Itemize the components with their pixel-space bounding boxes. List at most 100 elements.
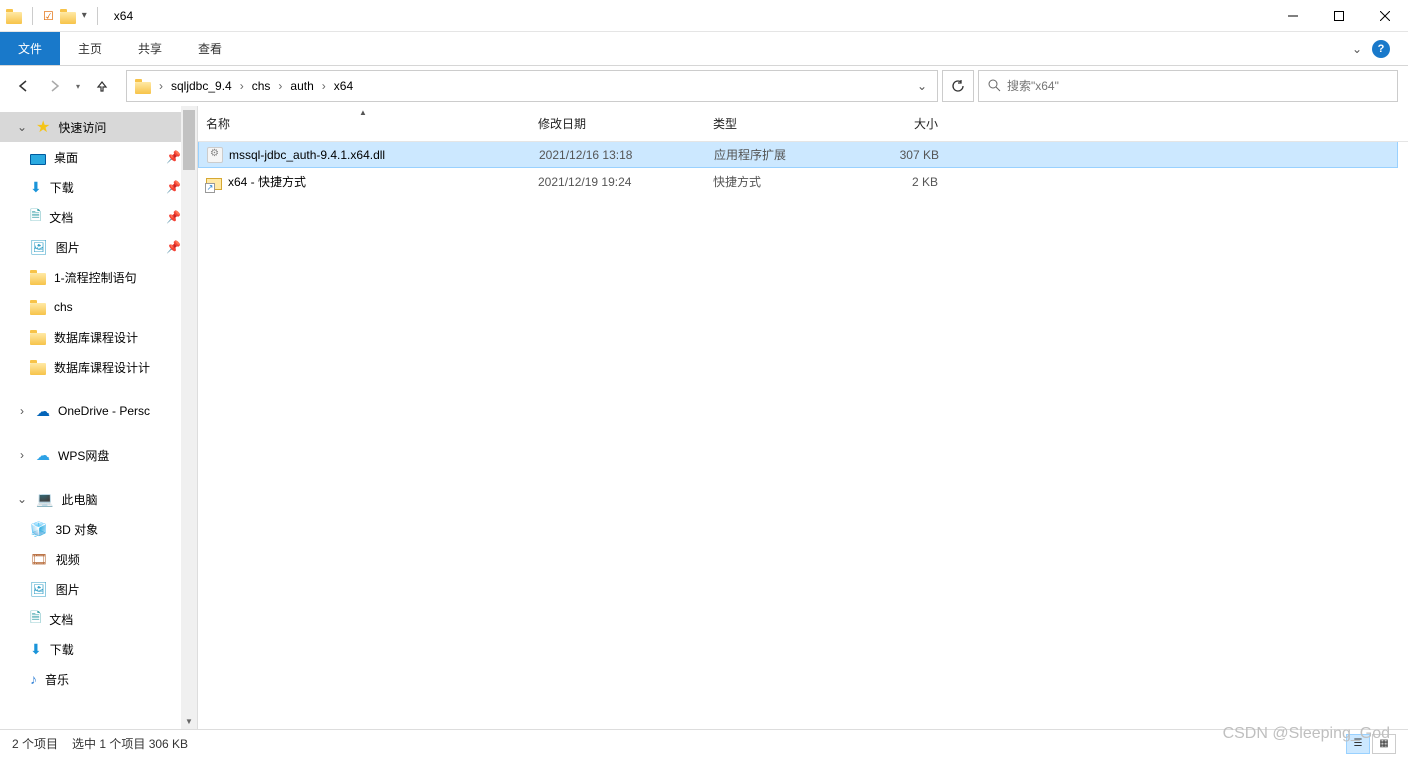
ribbon-tab-file[interactable]: 文件 (0, 32, 60, 65)
sidebar-onedrive[interactable]: ›☁OneDrive - Persc (0, 396, 197, 426)
column-header-date[interactable]: 修改日期 (528, 106, 703, 141)
help-icon[interactable]: ? (1372, 40, 1390, 58)
column-header-type[interactable]: 类型 (703, 106, 858, 141)
breadcrumb-dropdown[interactable]: ⌄ (909, 79, 935, 93)
status-selection: 选中 1 个项目 306 KB (72, 735, 188, 752)
search-box[interactable] (978, 70, 1398, 102)
quick-access-toolbar: ☑ ▾ (0, 7, 108, 25)
column-headers: ▲名称 修改日期 类型 大小 (198, 106, 1408, 142)
sidebar-item-documents[interactable]: 🗎文档📌 (0, 202, 197, 232)
file-size: 307 KB (859, 142, 949, 167)
ribbon-tab-home[interactable]: 主页 (60, 32, 120, 65)
documents-icon: 🗎 (30, 607, 41, 631)
ribbon: 文件 主页 共享 查看 ⌄ ? (0, 32, 1408, 66)
pin-icon: 📌 (166, 180, 181, 194)
chevron-right-icon[interactable]: › (16, 404, 28, 418)
sidebar-item-documents[interactable]: 🗎文档 (0, 604, 197, 634)
file-date: 2021/12/19 19:24 (528, 168, 703, 195)
file-row[interactable]: mssql-jdbc_auth-9.4.1.x64.dll 2021/12/16… (198, 142, 1398, 168)
sidebar-item-folder[interactable]: 数据库课程设计 (0, 322, 197, 352)
sidebar-item-folder[interactable]: chs (0, 292, 197, 322)
documents-icon: 🗎 (30, 205, 41, 229)
sidebar-item-folder[interactable]: 数据库课程设计计 (0, 352, 197, 382)
status-bar: 2 个项目 选中 1 个项目 306 KB ☰ ▦ (0, 729, 1408, 757)
pin-icon: 📌 (166, 240, 181, 254)
sidebar-item-label: 快速访问 (58, 119, 106, 136)
sidebar-item-videos[interactable]: 🎞视频 (0, 544, 197, 574)
sidebar-item-music[interactable]: ♪音乐 (0, 664, 197, 694)
music-icon: ♪ (30, 671, 37, 687)
file-type: 快捷方式 (703, 168, 858, 195)
file-date: 2021/12/16 13:18 (529, 142, 704, 167)
sidebar-item-downloads[interactable]: ⬇下载 (0, 634, 197, 664)
breadcrumb-segment[interactable]: sqljdbc_9.4 (165, 71, 238, 101)
sidebar-wps[interactable]: ›☁WPS网盘 (0, 440, 197, 470)
pictures-icon: 🖼 (30, 239, 48, 256)
chevron-down-icon[interactable]: ⌄ (1352, 42, 1362, 56)
chevron-right-icon[interactable]: › (238, 79, 246, 93)
chevron-right-icon[interactable]: › (320, 79, 328, 93)
file-row[interactable]: x64 - 快捷方式 2021/12/19 19:24 快捷方式 2 KB (198, 168, 1398, 195)
scroll-down-icon[interactable]: ▼ (181, 713, 197, 729)
minimize-button[interactable] (1270, 0, 1316, 32)
pc-icon: 💻 (36, 491, 53, 508)
sidebar-item-pictures[interactable]: 🖼图片 (0, 574, 197, 604)
column-header-size[interactable]: 大小 (858, 106, 948, 141)
search-input[interactable] (1007, 79, 1389, 93)
scrollbar-thumb[interactable] (183, 110, 195, 170)
column-header-name[interactable]: ▲名称 (198, 106, 528, 141)
sidebar-quick-access[interactable]: ⌄ ★ 快速访问 (0, 112, 197, 142)
sidebar-item-desktop[interactable]: 桌面📌 (0, 142, 197, 172)
file-size: 2 KB (858, 168, 948, 195)
chevron-right-icon[interactable]: › (276, 79, 284, 93)
chevron-down-icon[interactable]: ⌄ (16, 492, 28, 506)
folder-icon (30, 333, 46, 345)
sidebar-item-downloads[interactable]: ⬇下载📌 (0, 172, 197, 202)
breadcrumb-segment[interactable]: auth (284, 71, 319, 101)
sidebar-item-folder[interactable]: 1-流程控制语句 (0, 262, 197, 292)
sidebar-scrollbar[interactable]: ▲ ▼ (181, 106, 197, 729)
file-name: mssql-jdbc_auth-9.4.1.x64.dll (229, 148, 385, 162)
main-area: ⌄ ★ 快速访问 桌面📌 ⬇下载📌 🗎文档📌 🖼图片📌 1-流程控制语句 chs… (0, 106, 1408, 729)
chevron-down-icon[interactable]: ⌄ (16, 120, 28, 134)
maximize-button[interactable] (1316, 0, 1362, 32)
close-button[interactable] (1362, 0, 1408, 32)
chevron-right-icon[interactable]: › (16, 448, 28, 462)
download-icon: ⬇ (30, 179, 42, 196)
sidebar-item-pictures[interactable]: 🖼图片📌 (0, 232, 197, 262)
shortcut-icon (206, 178, 222, 190)
check-icon: ☑ (43, 9, 54, 23)
sort-asc-icon: ▲ (359, 108, 367, 117)
dropdown-icon[interactable]: ▾ (82, 10, 87, 21)
folder-icon (30, 273, 46, 285)
search-icon (987, 78, 1001, 95)
navigation-pane: ⌄ ★ 快速访问 桌面📌 ⬇下载📌 🗎文档📌 🖼图片📌 1-流程控制语句 chs… (0, 106, 198, 729)
download-icon: ⬇ (30, 641, 42, 658)
sidebar-item-3dobjects[interactable]: 🧊3D 对象 (0, 514, 197, 544)
refresh-button[interactable] (942, 70, 974, 102)
dll-file-icon (207, 147, 223, 163)
separator (32, 7, 33, 25)
breadcrumb-segment[interactable]: chs (246, 71, 277, 101)
forward-button[interactable] (40, 72, 68, 100)
file-name: x64 - 快捷方式 (228, 173, 306, 190)
pictures-icon: 🖼 (30, 581, 48, 598)
sidebar-this-pc[interactable]: ⌄💻此电脑 (0, 484, 197, 514)
pin-icon: 📌 (166, 210, 181, 224)
breadcrumb[interactable]: › sqljdbc_9.4 › chs › auth › x64 ⌄ (126, 70, 938, 102)
ribbon-tab-share[interactable]: 共享 (120, 32, 180, 65)
separator (97, 7, 98, 25)
breadcrumb-segment[interactable]: x64 (328, 71, 359, 101)
breadcrumb-root[interactable] (129, 71, 157, 101)
back-button[interactable] (10, 72, 38, 100)
recent-locations-button[interactable]: ▾ (70, 72, 86, 100)
star-icon: ★ (36, 117, 50, 137)
navigation-bar: ▾ › sqljdbc_9.4 › chs › auth › x64 ⌄ (0, 66, 1408, 106)
folder-icon (30, 363, 46, 375)
cube-icon: 🧊 (30, 521, 47, 538)
ribbon-tab-view[interactable]: 查看 (180, 32, 240, 65)
chevron-right-icon[interactable]: › (157, 79, 165, 93)
folder-icon (60, 12, 76, 24)
file-list-pane: ▲名称 修改日期 类型 大小 mssql-jdbc_auth-9.4.1.x64… (198, 106, 1408, 729)
up-button[interactable] (88, 72, 116, 100)
